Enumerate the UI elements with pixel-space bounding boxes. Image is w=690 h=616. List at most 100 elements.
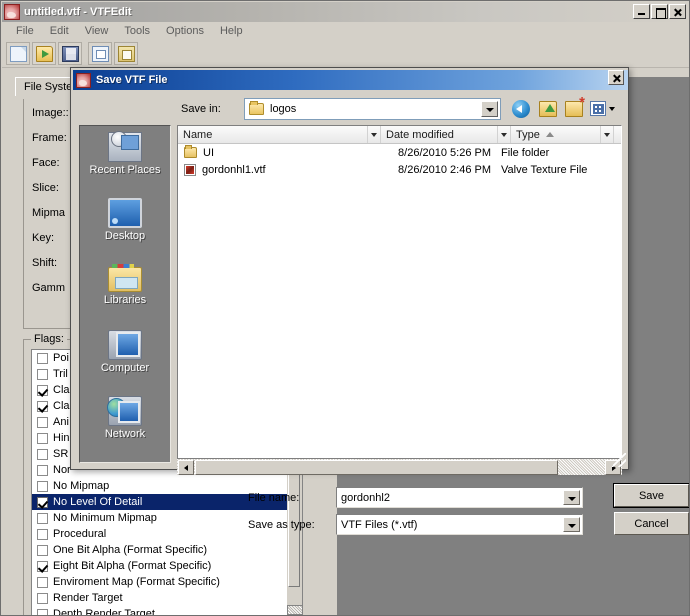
table-row[interactable]: gordonhl1.vtf 8/26/2010 2:46 PM Valve Te… <box>178 161 621 178</box>
menu-options[interactable]: Options <box>158 23 212 39</box>
menu-help[interactable]: Help <box>212 23 251 39</box>
dialog-titlebar: Save VTF File <box>73 70 628 90</box>
flag-label: One Bit Alpha (Format Specific) <box>53 544 208 556</box>
flag-row[interactable]: One Bit Alpha (Format Specific) <box>32 542 287 558</box>
vtfedit-icon <box>76 72 91 88</box>
checkbox-icon[interactable] <box>37 384 48 396</box>
checkbox-icon[interactable] <box>37 560 48 572</box>
column-header-type-label: Type <box>516 128 540 141</box>
save-vtf-file-dialog: Save VTF File Save in: logos Recent Plac… <box>70 67 689 535</box>
file-name-text: gordonhl1.vtf <box>202 163 266 176</box>
file-date-cell: 8/26/2010 2:46 PM <box>398 163 491 176</box>
flag-label: Ani <box>53 416 69 428</box>
flag-label: Hin <box>53 432 70 444</box>
menu-view[interactable]: View <box>77 23 117 39</box>
views-chevron-down-icon[interactable] <box>609 107 615 111</box>
new-folder-icon[interactable] <box>565 95 585 117</box>
checkbox-icon[interactable] <box>37 352 48 364</box>
column-header-name[interactable]: Name <box>178 126 368 143</box>
checkbox-icon[interactable] <box>37 400 48 412</box>
flag-row[interactable]: Depth Render Target <box>32 606 287 615</box>
up-one-level-icon[interactable] <box>539 101 557 117</box>
column-filter-type-icon[interactable] <box>601 126 614 143</box>
file-list-horizontal-scrollbar[interactable] <box>177 458 622 475</box>
flag-label: Cla <box>53 400 70 412</box>
place-desktop[interactable]: Desktop <box>80 198 170 262</box>
file-name-text: UI <box>203 146 214 159</box>
chevron-down-icon[interactable] <box>563 490 580 505</box>
minimize-button[interactable] <box>633 4 650 19</box>
maximize-button[interactable] <box>651 4 668 19</box>
app-titlebar: untitled.vtf - VTFEdit <box>2 2 689 22</box>
save-button[interactable]: Save <box>613 483 689 508</box>
checkbox-icon[interactable] <box>37 512 48 524</box>
checkbox-icon[interactable] <box>37 464 48 476</box>
save-file-button[interactable] <box>58 42 82 65</box>
checkbox-icon[interactable] <box>37 544 48 556</box>
file-name-input[interactable]: gordonhl2 <box>336 487 583 508</box>
column-filter-date-icon[interactable] <box>498 126 511 143</box>
new-file-icon <box>10 46 27 62</box>
copy-button[interactable] <box>88 42 112 65</box>
flag-row[interactable]: Eight Bit Alpha (Format Specific) <box>32 558 287 574</box>
place-libraries[interactable]: Libraries <box>80 264 170 328</box>
chevron-down-icon[interactable] <box>563 517 580 532</box>
chevron-down-icon[interactable] <box>481 101 498 117</box>
close-button[interactable] <box>669 4 686 19</box>
dialog-close-button[interactable] <box>608 70 624 85</box>
flag-label: No Minimum Mipmap <box>53 512 157 524</box>
checkbox-icon[interactable] <box>37 592 48 604</box>
save-as-type-label: Save as type: <box>248 519 315 531</box>
checkbox-icon[interactable] <box>37 608 48 615</box>
place-label: Desktop <box>104 230 146 242</box>
column-filter-name-icon[interactable] <box>368 126 381 143</box>
file-list[interactable]: Name Date modified Type UI 8/26/2010 5:2… <box>177 125 622 463</box>
prop-key: Key: <box>32 232 55 244</box>
dialog-resize-grip[interactable] <box>612 453 626 467</box>
cancel-button[interactable]: Cancel <box>614 512 689 535</box>
back-icon[interactable] <box>512 100 530 118</box>
file-list-body: UI 8/26/2010 5:26 PM File folder gordonh… <box>178 144 621 178</box>
scroll-left-button[interactable] <box>178 459 194 475</box>
checkbox-icon[interactable] <box>37 368 48 380</box>
save-in-combobox[interactable]: logos <box>244 98 501 120</box>
folder-icon <box>184 145 197 158</box>
checkbox-icon[interactable] <box>37 528 48 540</box>
place-recent-places[interactable]: Recent Places <box>80 131 170 196</box>
place-computer[interactable]: Computer <box>80 330 170 394</box>
checkbox-icon[interactable] <box>37 480 48 492</box>
file-date-cell: 8/26/2010 5:26 PM <box>398 146 491 159</box>
window-controls <box>633 4 687 19</box>
prop-slice: Slice: <box>32 182 59 194</box>
save-as-type-select[interactable]: VTF Files (*.vtf) <box>336 514 583 535</box>
flag-row[interactable]: Enviroment Map (Format Specific) <box>32 574 287 590</box>
prop-frame: Frame: <box>32 132 67 144</box>
menubar: File Edit View Tools Options Help <box>2 22 689 40</box>
menu-file[interactable]: File <box>8 23 42 39</box>
checkbox-icon[interactable] <box>37 416 48 428</box>
sort-ascending-icon <box>545 132 554 137</box>
horizontal-scrollbar-thumb[interactable] <box>195 459 558 475</box>
folder-icon <box>249 101 264 115</box>
views-icon[interactable] <box>590 101 606 116</box>
checkbox-icon[interactable] <box>37 496 48 508</box>
checkbox-icon[interactable] <box>37 448 48 460</box>
menu-edit[interactable]: Edit <box>42 23 77 39</box>
save-as-type-value: VTF Files (*.vtf) <box>341 518 418 531</box>
flag-label: SR <box>53 448 69 460</box>
flag-row[interactable]: Render Target <box>32 590 287 606</box>
menu-tools[interactable]: Tools <box>116 23 158 39</box>
open-file-button[interactable] <box>32 42 56 65</box>
place-network[interactable]: Network <box>80 396 170 460</box>
checkbox-icon[interactable] <box>37 432 48 444</box>
recent-places-icon <box>108 131 142 162</box>
paste-button[interactable] <box>114 42 138 65</box>
column-header-date-modified[interactable]: Date modified <box>381 126 498 143</box>
new-file-button[interactable] <box>6 42 30 65</box>
flag-label: No Level Of Detail <box>53 496 143 508</box>
checkbox-icon[interactable] <box>37 576 48 588</box>
place-label: Recent Places <box>89 164 161 176</box>
column-header-type[interactable]: Type <box>511 126 601 143</box>
table-row[interactable]: UI 8/26/2010 5:26 PM File folder <box>178 144 621 161</box>
file-name-cell: gordonhl1.vtf <box>184 163 374 176</box>
